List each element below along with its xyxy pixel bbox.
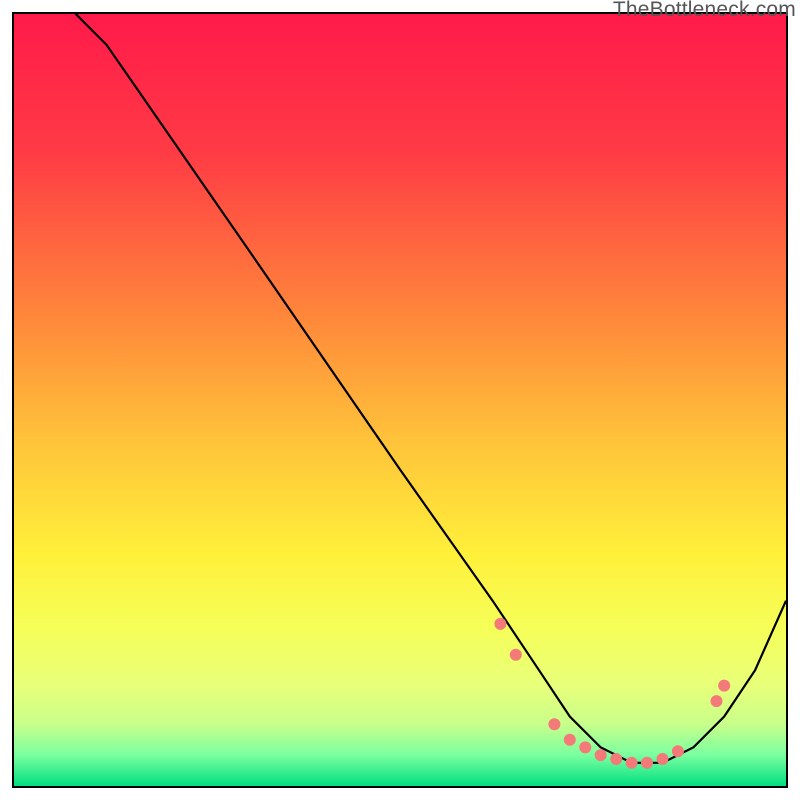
curve-dot [718, 680, 730, 692]
curve-dot [626, 757, 638, 769]
curve-dot [711, 695, 723, 707]
curve-dot [595, 749, 607, 761]
bottleneck-curve [14, 14, 786, 763]
curve-dot [610, 753, 622, 765]
curve-dot [672, 745, 684, 757]
curve-dot [657, 753, 669, 765]
curve-dot [579, 741, 591, 753]
curve-dot [641, 757, 653, 769]
curve-dot [548, 718, 560, 730]
curve-dot [510, 649, 522, 661]
curve-dot [564, 734, 576, 746]
curve-dot [494, 618, 506, 630]
watermark-text: TheBottleneck.com [613, 0, 796, 22]
chart-svg [14, 14, 786, 786]
chart-container: TheBottleneck.com [0, 0, 800, 800]
plot-area [12, 12, 788, 788]
